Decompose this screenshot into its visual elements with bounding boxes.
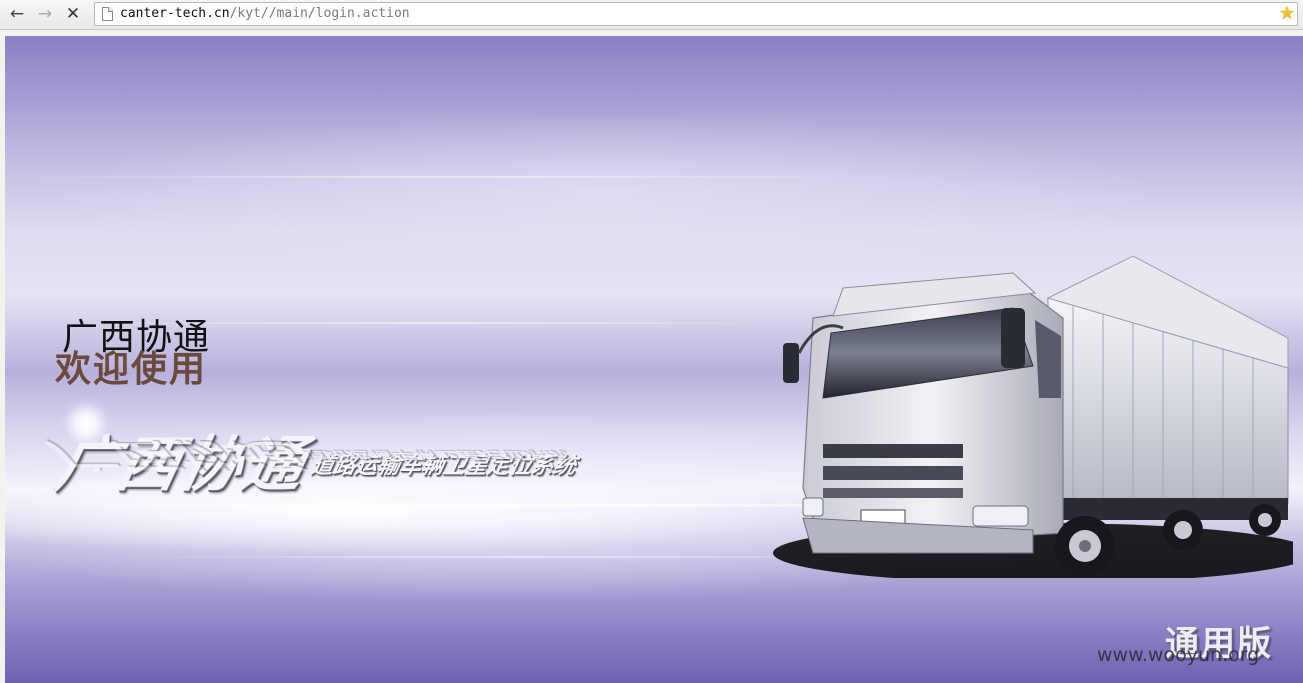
- truck-illustration: [773, 255, 1293, 578]
- arrow-right-icon: →: [37, 4, 53, 24]
- star-icon[interactable]: ★: [1279, 3, 1295, 24]
- logo-reflection: 广西协通 道路运输车辆卫星定位系统: [40, 434, 568, 482]
- arrow-left-icon: ←: [9, 4, 25, 24]
- page-viewport: 广西协通 欢迎使用 广西协通 道路运输车辆卫星定位系统 广西协通 道路运输车辆卫…: [0, 30, 1303, 683]
- system-logo: 广西协通 道路运输车辆卫星定位系统 广西协通 道路运输车辆卫星定位系统: [40, 396, 660, 546]
- logo-subtitle-reflection: 道路运输车辆卫星定位系统: [299, 448, 569, 463]
- url-path: /kyt//main/login.action: [229, 6, 410, 21]
- url-text[interactable]: canter-tech.cn/kyt//main/login.action: [120, 6, 410, 21]
- document-icon: [102, 7, 113, 21]
- logo-title-reflection: 广西协通: [40, 435, 304, 475]
- welcome-text: 欢迎使用: [55, 349, 208, 390]
- browser-toolbar: ← → ✕ canter-tech.cn/kyt//main/login.act…: [0, 0, 1303, 30]
- back-button[interactable]: ←: [6, 3, 28, 25]
- truck-grille: [823, 444, 963, 458]
- light-streak: [5, 176, 905, 178]
- login-banner: 广西协通 欢迎使用 广西协通 道路运输车辆卫星定位系统 广西协通 道路运输车辆卫…: [5, 36, 1303, 683]
- stop-button[interactable]: ✕: [62, 3, 84, 25]
- watermark: www.wooyun.org: [1097, 644, 1260, 666]
- close-icon: ✕: [65, 4, 81, 24]
- truck-headlight: [972, 505, 1029, 527]
- address-bar[interactable]: canter-tech.cn/kyt//main/login.action ★: [94, 2, 1298, 26]
- url-host: canter-tech.cn: [120, 6, 230, 21]
- truck-image: [773, 248, 1293, 578]
- forward-button[interactable]: →: [34, 3, 56, 25]
